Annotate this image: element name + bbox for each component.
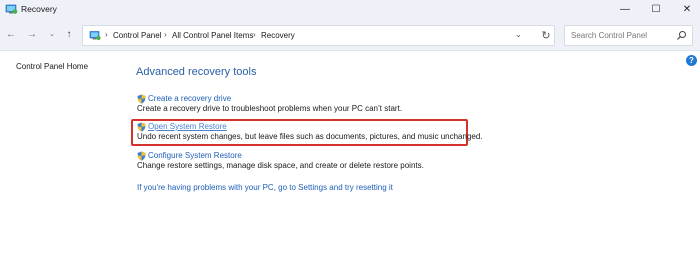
minimize-button[interactable]: —: [610, 0, 640, 19]
address-bar[interactable]: › Control Panel › All Control Panel Item…: [82, 25, 555, 46]
help-icon[interactable]: ?: [686, 55, 697, 66]
breadcrumb-separator: ›: [253, 30, 256, 39]
reset-pc-link[interactable]: If you're having problems with your PC, …: [137, 183, 393, 192]
open-system-restore-description: Undo recent system changes, but leave fi…: [137, 132, 483, 141]
recent-locations-button[interactable]: ⌄: [45, 27, 59, 41]
control-panel-icon: [5, 4, 18, 14]
breadcrumb-separator: ›: [164, 30, 167, 39]
control-panel-home-link[interactable]: Control Panel Home: [16, 62, 88, 71]
refresh-button[interactable]: ↻: [538, 27, 554, 43]
close-button[interactable]: ✕: [672, 0, 700, 19]
up-button[interactable]: ↑: [62, 27, 76, 41]
navigation-bar: ← → ⌄ ↑ › Control Panel › All Control Pa…: [0, 19, 700, 51]
breadcrumb-separator: ›: [105, 30, 108, 39]
create-recovery-drive-link[interactable]: Create a recovery drive: [148, 94, 231, 103]
control-panel-icon: [89, 31, 101, 41]
address-dropdown-button[interactable]: ⌄: [515, 30, 522, 39]
breadcrumb-all-items[interactable]: All Control Panel Items: [172, 31, 253, 40]
back-button[interactable]: ←: [4, 27, 18, 41]
configure-system-restore-link[interactable]: Configure System Restore: [148, 151, 242, 160]
breadcrumb-recovery[interactable]: Recovery: [261, 31, 295, 40]
shield-icon: [137, 151, 146, 161]
title-bar: Recovery — ☐ ✕: [0, 0, 700, 19]
page-heading: Advanced recovery tools: [136, 66, 257, 78]
search-input[interactable]: Search Control Panel: [564, 25, 693, 46]
search-placeholder: Search Control Panel: [571, 31, 648, 40]
window-title: Recovery: [21, 4, 57, 14]
breadcrumb-control-panel[interactable]: Control Panel: [113, 31, 161, 40]
configure-system-restore-description: Change restore settings, manage disk spa…: [137, 161, 424, 170]
shield-icon: [137, 122, 146, 132]
search-icon[interactable]: [676, 30, 687, 41]
shield-icon: [137, 94, 146, 104]
open-system-restore-link[interactable]: Open System Restore: [148, 122, 227, 131]
create-recovery-drive-description: Create a recovery drive to troubleshoot …: [137, 104, 403, 113]
forward-button[interactable]: →: [25, 27, 39, 41]
maximize-button[interactable]: ☐: [641, 0, 671, 19]
